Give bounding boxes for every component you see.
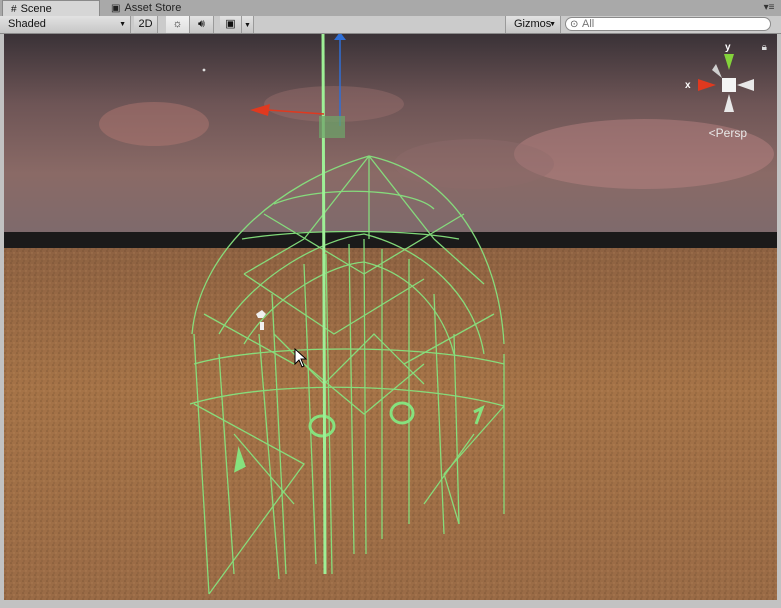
chevron-down-icon: ▼ <box>244 22 251 29</box>
shading-mode-dropdown[interactable]: Shaded ▼ <box>0 16 131 33</box>
tab-scene[interactable]: # Scene <box>2 0 100 16</box>
perspective-icon: < <box>708 126 716 140</box>
y-axis-label: y <box>725 42 731 53</box>
audio-toggle-button[interactable]: 🔊︎ <box>190 16 214 33</box>
scene-viewport[interactable]: y x 🔒︎ <Persp <box>4 34 777 600</box>
chevron-down-icon: ▼ <box>549 21 556 28</box>
chevron-down-icon: ▼ <box>119 21 126 28</box>
mouse-cursor-icon <box>294 348 308 368</box>
gizmos-dropdown[interactable]: Gizmos ▼ <box>505 16 561 33</box>
sun-icon: ☼ <box>172 18 183 30</box>
scene-canvas <box>4 34 777 600</box>
lock-icon[interactable]: 🔒︎ <box>762 42 767 53</box>
search-input[interactable] <box>582 18 762 30</box>
lighting-toggle-button[interactable]: ☼ <box>166 16 190 33</box>
scene-toolbar: Shaded ▼ 2D ☼ 🔊︎ ▣ ▼ Gizmos ▼ ⊙ <box>0 16 781 34</box>
search-icon: ⊙ <box>570 19 579 30</box>
cloud <box>394 139 554 189</box>
cloud <box>99 102 209 146</box>
tab-asset-store[interactable]: ▣ Asset Store <box>103 0 223 16</box>
star <box>202 68 206 72</box>
projection-toggle[interactable]: <Persp <box>709 126 747 140</box>
ground-texture <box>4 248 777 600</box>
effects-toggle-button[interactable]: ▣ <box>220 16 242 33</box>
tab-menu-icon[interactable]: ▾≡ <box>761 1 777 15</box>
speaker-icon: 🔊︎ <box>198 18 205 30</box>
effects-dropdown[interactable]: ▼ <box>242 16 254 33</box>
tab-bar: # Scene ▣ Asset Store ▾≡ <box>0 0 781 17</box>
store-icon: ▣ <box>111 3 121 14</box>
image-icon: ▣ <box>225 18 236 30</box>
2d-toggle-button[interactable]: 2D <box>134 16 158 33</box>
search-field[interactable]: ⊙ <box>565 17 771 31</box>
x-axis-label: x <box>685 80 691 91</box>
